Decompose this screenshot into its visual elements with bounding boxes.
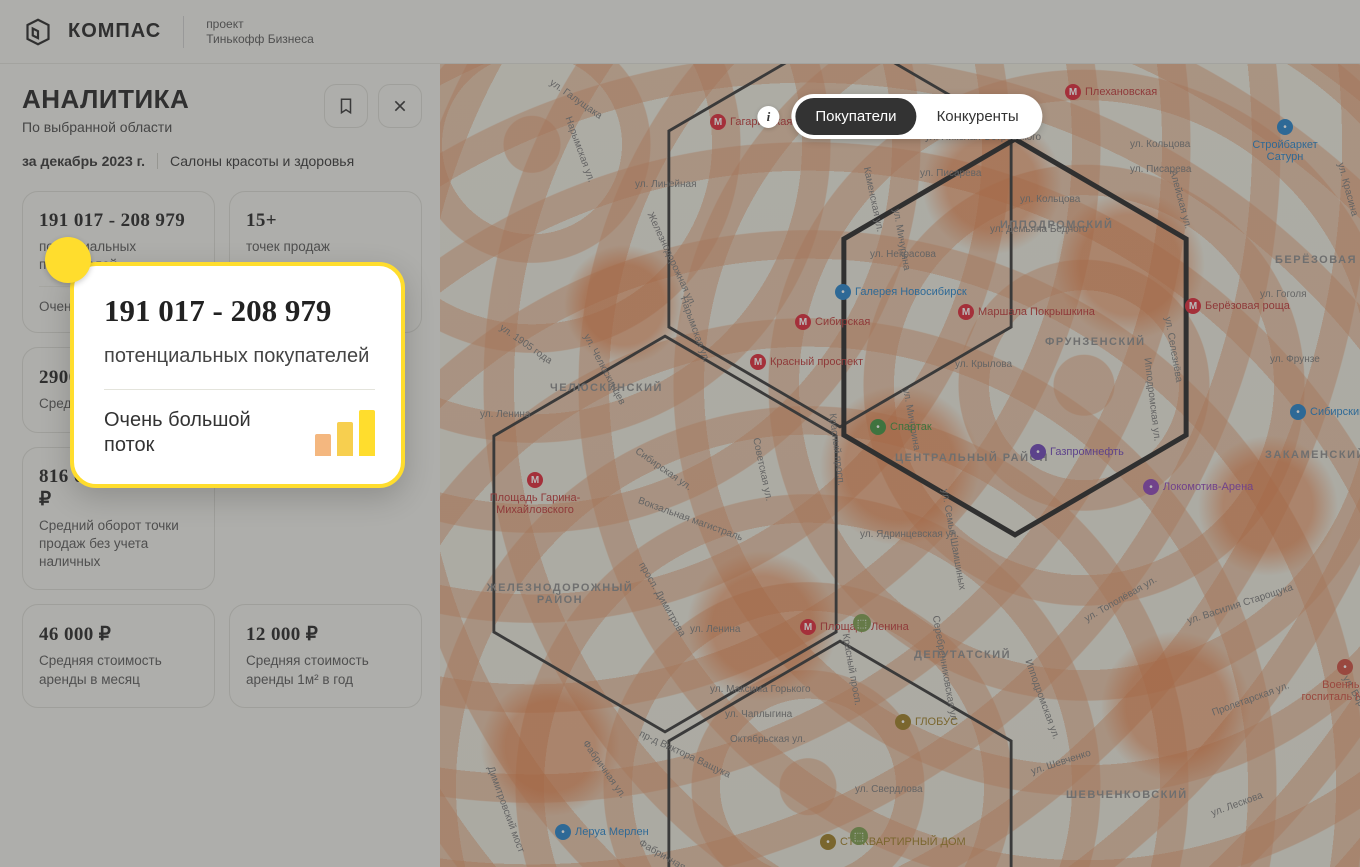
- bookmark-button[interactable]: [324, 84, 368, 128]
- street-label: ул. Кольцова: [1020, 194, 1080, 205]
- header-divider: [183, 16, 184, 48]
- callout-value: 191 017 - 208 979: [104, 292, 375, 329]
- logo-icon: [24, 18, 52, 46]
- poi-marker[interactable]: •СТОКВАРТИРНЫЙ ДОМ: [820, 834, 966, 850]
- callout-pin: [45, 237, 91, 283]
- street-label: Октябрьская ул.: [730, 734, 806, 745]
- district-label: ШЕВЧЕНКОВСКИЙ: [1066, 789, 1188, 801]
- district-label: ФРУНЗЕНСКИЙ: [1045, 336, 1146, 348]
- metro-station[interactable]: МПлехановская: [1065, 84, 1157, 100]
- district-label: ЗАКАМЕНСКИЙ: [1265, 449, 1360, 461]
- street-label: ул. Максима Горького: [710, 684, 811, 695]
- street-label: ул. Демьяна Бедного: [990, 224, 1088, 235]
- poi-marker[interactable]: •Газпромнефть: [1030, 444, 1124, 460]
- district-label: ДЕПУТАТСКИЙ: [914, 649, 1011, 661]
- page-title: АНАЛИТИКА: [22, 84, 189, 115]
- district-label: ЦЕНТРАЛЬНЫЙ РАЙОН: [895, 452, 1049, 464]
- poi-marker[interactable]: •Сибирский М: [1290, 404, 1360, 420]
- info-button[interactable]: i: [757, 106, 779, 128]
- poi-marker[interactable]: •Галерея Новосибирск: [835, 284, 967, 300]
- toggle-buyers[interactable]: Покупатели: [795, 98, 916, 135]
- buyers-callout: 191 017 - 208 979 потенциальных покупате…: [70, 262, 405, 488]
- poi-marker[interactable]: •Спартак: [870, 419, 932, 435]
- street-label: ул. Ленина: [480, 409, 531, 420]
- page-subtitle: По выбранной области: [22, 119, 189, 135]
- logo-text: КОМПАС: [68, 20, 161, 43]
- street-label: ул. Свердлова: [855, 784, 923, 795]
- street-label: ул. Кольцова: [1130, 139, 1190, 150]
- app-header: КОМПАС проект Тинькофф Бизнеса: [0, 0, 1360, 64]
- poi-marker[interactable]: •Военный госпиталь № 425: [1290, 659, 1360, 703]
- street-label: ул. Линейная: [635, 179, 697, 190]
- district-label: БЕРЁЗОВАЯ РОЩА: [1275, 254, 1360, 266]
- close-icon: [392, 98, 408, 114]
- poi-marker[interactable]: •Стройбаркет Сатурн: [1230, 119, 1340, 163]
- poi-marker[interactable]: •Локомотив-Арена: [1143, 479, 1253, 495]
- metro-station[interactable]: ММаршала Покрышкина: [958, 304, 1095, 320]
- poi-marker[interactable]: •Леруа Мерлен: [555, 824, 649, 840]
- bars-icon: [315, 410, 375, 456]
- street-label: ул. Чаплыгина: [725, 709, 792, 720]
- metro-station[interactable]: МСибирская: [795, 314, 870, 330]
- metro-station[interactable]: МПлощадь Гарина-Михайловского: [480, 472, 590, 516]
- street-label: ул. Ядринцевская ул.: [860, 529, 959, 540]
- street-label: ул. Ленина: [690, 624, 741, 635]
- street-label: ул. Фрунзе: [1270, 354, 1320, 365]
- hex-cell[interactable]: [660, 634, 1020, 867]
- stat-card-rent-sqm[interactable]: 12 000 ₽ Средняя стоимость аренды 1м² в …: [229, 604, 422, 707]
- close-button[interactable]: [378, 84, 422, 128]
- street-label: ул. Писарева: [920, 168, 981, 179]
- park-icon: ⬚: [850, 827, 868, 845]
- district-label: ЖЕЛЕЗНОДОРОЖНЫЙ РАЙОН: [480, 582, 640, 606]
- poi-marker[interactable]: •ГЛОБУС: [895, 714, 958, 730]
- metro-station[interactable]: МКрасный проспект: [750, 354, 863, 370]
- park-icon: ⬚: [853, 614, 871, 632]
- filter-row: за декабрь 2023 г. Салоны красоты и здор…: [22, 153, 422, 169]
- street-label: ул. Писарева: [1130, 164, 1191, 175]
- street-label: ул. Крылова: [955, 359, 1012, 370]
- callout-flow: Очень большой поток: [104, 408, 305, 458]
- bookmark-icon: [337, 97, 355, 115]
- stat-card-rent-month[interactable]: 46 000 ₽ Средняя стоимость аренды в меся…: [22, 604, 215, 707]
- callout-desc: потенциальных покупателей: [104, 343, 375, 369]
- metro-station[interactable]: МБерёзовая роща: [1185, 298, 1290, 314]
- toggle-competitors[interactable]: Конкуренты: [917, 98, 1039, 135]
- category-label: Салоны красоты и здоровья: [170, 153, 354, 169]
- header-subtitle: проект Тинькофф Бизнеса: [206, 17, 314, 47]
- layer-toggle: Покупатели Конкуренты: [791, 94, 1042, 139]
- period-label: за декабрь 2023 г.: [22, 153, 145, 169]
- map-area[interactable]: ЦЕНТРАЛЬНЫЙ РАЙОН ЖЕЛЕЗНОДОРОЖНЫЙ РАЙОН ФР…: [440, 64, 1360, 867]
- layer-toggle-group: i Покупатели Конкуренты: [757, 94, 1042, 139]
